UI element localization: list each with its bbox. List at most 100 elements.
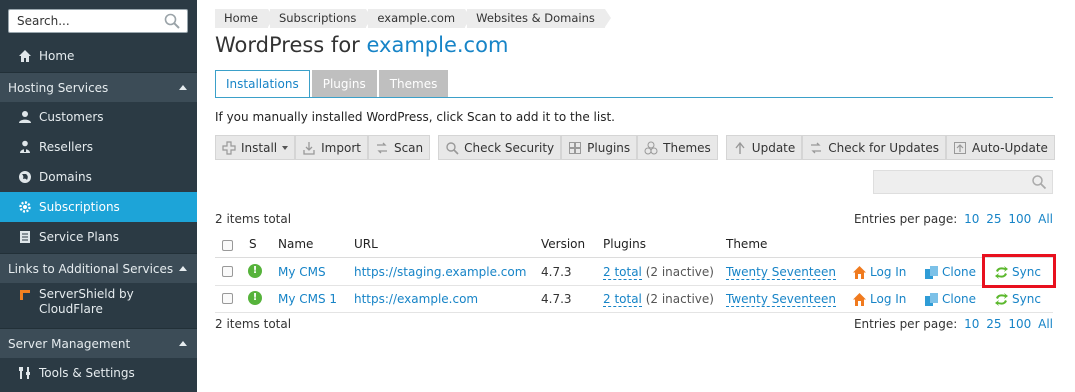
clone-button[interactable]: Clone: [923, 291, 976, 307]
sidebar-item-subscriptions[interactable]: Subscriptions: [0, 192, 197, 222]
page-size-100[interactable]: 100: [1008, 317, 1031, 331]
update-button[interactable]: Update: [725, 135, 803, 160]
column-theme[interactable]: Theme: [726, 237, 767, 251]
column-url[interactable]: URL: [354, 237, 378, 251]
sidebar-item-servershield[interactable]: ServerShield by CloudFlare: [0, 287, 197, 321]
import-button[interactable]: Import: [295, 135, 368, 160]
page-size-all[interactable]: All: [1038, 212, 1053, 226]
theme-link[interactable]: Twenty Seventeen: [726, 292, 836, 307]
install-button[interactable]: Install: [215, 135, 296, 160]
breadcrumb-subscriptions[interactable]: Subscriptions: [269, 9, 373, 28]
login-button[interactable]: Log In: [851, 291, 906, 307]
version-value: 4.7.3: [541, 292, 572, 306]
column-version[interactable]: Version: [541, 237, 585, 251]
page-size-25[interactable]: 25: [986, 317, 1001, 331]
document-icon: [17, 229, 33, 245]
row-checkbox[interactable]: [222, 266, 233, 277]
theme-link[interactable]: Twenty Seventeen: [726, 265, 836, 280]
breadcrumb-domain[interactable]: example.com: [368, 9, 471, 28]
column-status[interactable]: S: [249, 237, 257, 251]
installation-url-link[interactable]: https://staging.example.com: [354, 265, 526, 279]
section-links-additional[interactable]: Links to Additional Services: [0, 253, 197, 283]
plugins-total-link[interactable]: 2 total: [603, 292, 642, 307]
collapse-icon[interactable]: [179, 85, 187, 90]
check-security-button[interactable]: Check Security: [438, 135, 562, 160]
globe-icon: [17, 169, 33, 185]
row-checkbox[interactable]: [222, 293, 233, 304]
column-plugins[interactable]: Plugins: [603, 237, 646, 251]
column-name[interactable]: Name: [278, 237, 313, 251]
reseller-icon: [17, 139, 33, 155]
user-icon: [17, 109, 33, 125]
tab-divider: [215, 97, 1053, 98]
tab-installations[interactable]: Installations: [215, 70, 310, 98]
home-login-icon: [851, 264, 867, 280]
home-icon: [17, 48, 33, 64]
main-content: Home Subscriptions example.com Websites …: [197, 0, 1075, 392]
section-label: Hosting Services: [8, 80, 109, 95]
themes-icon: [643, 140, 659, 156]
themes-button[interactable]: Themes: [637, 135, 718, 160]
sidebar-item-label: Home: [39, 49, 75, 63]
status-ok-icon: !: [248, 264, 262, 278]
scan-button[interactable]: Scan: [367, 135, 431, 160]
tab-bar: Installations Plugins Themes: [215, 70, 450, 98]
select-all-checkbox[interactable]: [222, 240, 233, 251]
installation-name-link[interactable]: My CMS 1: [278, 292, 337, 306]
sidebar-item-resellers[interactable]: Resellers: [0, 132, 197, 162]
sidebar-item-service-plans[interactable]: Service Plans: [0, 222, 197, 252]
clone-button[interactable]: Clone: [923, 264, 976, 280]
sync-button[interactable]: Sync: [993, 291, 1041, 307]
title-prefix: WordPress for: [215, 33, 360, 57]
page-size-10[interactable]: 10: [964, 212, 979, 226]
sync-label: Sync: [1012, 292, 1041, 306]
collapse-icon[interactable]: [179, 341, 187, 346]
plugins-label: Plugins: [587, 140, 631, 155]
tab-themes[interactable]: Themes: [378, 70, 449, 98]
installation-name-link[interactable]: My CMS: [278, 265, 326, 279]
page-size-25[interactable]: 25: [986, 212, 1001, 226]
check-updates-button[interactable]: Check for Updates: [802, 135, 947, 160]
plugins-total-link[interactable]: 2 total: [603, 265, 642, 280]
breadcrumb-websites-domains[interactable]: Websites & Domains: [467, 9, 611, 28]
check-updates-label: Check for Updates: [828, 140, 940, 155]
search-icon[interactable]: [1031, 174, 1047, 190]
dropdown-arrow-icon: [282, 145, 289, 150]
entries-per-page-bottom: Entries per page: 10 25 100 All: [854, 317, 1053, 331]
scan-icon: [374, 140, 390, 156]
auto-update-button[interactable]: Auto-Update: [946, 135, 1055, 160]
sidebar-item-tools-settings[interactable]: Tools & Settings: [0, 358, 197, 388]
title-domain-link[interactable]: example.com: [366, 33, 508, 57]
update-label: Update: [751, 140, 796, 155]
auto-update-label: Auto-Update: [972, 140, 1048, 155]
page-size-10[interactable]: 10: [964, 317, 979, 331]
plugin-icon: [567, 140, 583, 156]
plugins-cell: 2 total (2 inactive): [603, 265, 714, 280]
plugins-button[interactable]: Plugins: [561, 135, 638, 160]
filter-search-input[interactable]: [873, 170, 1053, 194]
header-divider: [215, 257, 1053, 258]
section-server-management[interactable]: Server Management: [0, 328, 197, 358]
sync-icon: [993, 291, 1009, 307]
row-divider: [215, 285, 1053, 286]
sidebar-item-home[interactable]: Home: [0, 41, 197, 71]
section-hosting-services[interactable]: Hosting Services: [0, 72, 197, 102]
gear-icon: [17, 199, 33, 215]
section-label: Links to Additional Services: [8, 261, 174, 276]
breadcrumb-home[interactable]: Home: [215, 9, 274, 28]
toolbar: Install Import Scan Check Security Plugi…: [215, 135, 1055, 160]
page-size-all[interactable]: All: [1038, 317, 1053, 331]
collapse-icon[interactable]: [179, 266, 187, 271]
sidebar-item-label: ServerShield by: [39, 287, 134, 301]
installation-url-link[interactable]: https://example.com: [354, 292, 478, 306]
tab-plugins[interactable]: Plugins: [311, 70, 377, 98]
login-button[interactable]: Log In: [851, 264, 906, 280]
sidebar-item-domains[interactable]: Domains: [0, 162, 197, 192]
clone-icon: [923, 291, 939, 307]
breadcrumb: Home Subscriptions example.com Websites …: [215, 9, 611, 28]
search-icon[interactable]: [163, 12, 181, 30]
page-size-100[interactable]: 100: [1008, 212, 1031, 226]
sidebar-item-customers[interactable]: Customers: [0, 102, 197, 132]
search-icon: [444, 140, 460, 156]
search-input[interactable]: Search...: [8, 9, 188, 33]
